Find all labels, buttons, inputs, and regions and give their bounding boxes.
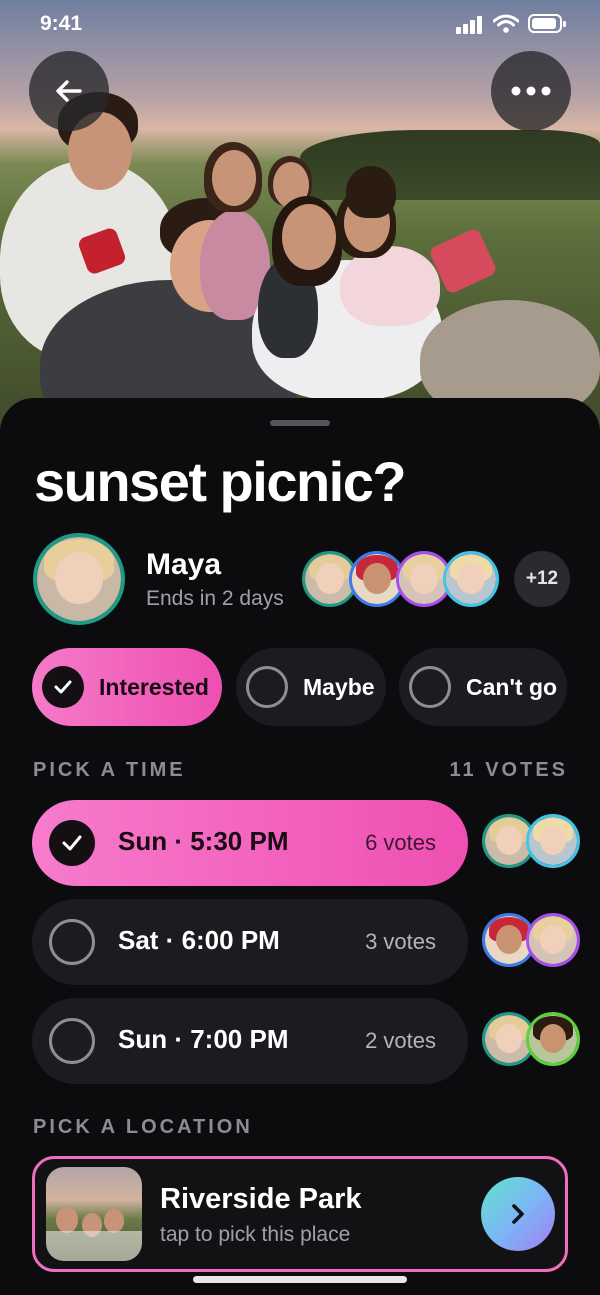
home-indicator[interactable] — [193, 1276, 407, 1283]
host-avatar[interactable] — [33, 533, 125, 625]
more-dots-icon — [511, 86, 551, 96]
chevron-right-icon — [512, 1204, 524, 1224]
signal-icon — [456, 16, 486, 34]
time-option-votes: 6 votes — [365, 830, 436, 855]
time-option-votes: 2 votes — [365, 1028, 436, 1053]
time-option-sun-530[interactable]: Sun · 5:30 PM 6 votes — [32, 800, 468, 886]
rsvp-label: Interested — [99, 673, 209, 700]
back-button[interactable] — [29, 51, 109, 131]
rsvp-label: Maybe — [303, 673, 375, 700]
voter-avatar — [526, 814, 580, 868]
rsvp-cant-go-button[interactable]: Can't go — [399, 648, 567, 726]
attendee-avatar — [443, 551, 499, 607]
location-thumbnail — [46, 1167, 142, 1261]
time-option-label: Sun · 7:00 PM — [118, 1024, 289, 1054]
time-option-label: Sat · 6:00 PM — [118, 925, 280, 955]
back-arrow-icon — [56, 80, 82, 102]
pick-location-label: PICK A LOCATION — [33, 1116, 253, 1138]
radio-ring-icon — [49, 1018, 95, 1064]
event-ends-text: Ends in 2 days — [146, 587, 284, 610]
event-title: sunset picnic? — [34, 450, 407, 513]
radio-ring-icon — [49, 919, 95, 965]
radio-ring-icon — [409, 666, 451, 708]
voter-avatar — [526, 1012, 580, 1066]
time-option-sat-600[interactable]: Sat · 6:00 PM 3 votes — [32, 899, 468, 985]
more-options-button[interactable] — [491, 51, 571, 131]
more-attendees-count[interactable]: +12 — [514, 551, 570, 607]
rsvp-label: Can't go — [466, 673, 558, 700]
pick-time-label: PICK A TIME — [33, 759, 186, 781]
location-name: Riverside Park — [160, 1183, 362, 1215]
check-icon — [42, 666, 84, 708]
event-sheet: sunset picnic? Maya Ends in 2 days +12 I… — [0, 398, 600, 1295]
wifi-icon — [493, 14, 519, 33]
location-option-card[interactable]: Riverside Park tap to pick this place — [32, 1156, 568, 1272]
rsvp-interested-button[interactable]: Interested — [32, 648, 222, 726]
battery-icon — [528, 14, 566, 33]
status-bar: 9:41 — [0, 0, 600, 48]
sheet-grabber[interactable] — [270, 420, 330, 426]
total-votes-label: 11 VOTES — [449, 759, 568, 781]
radio-ring-icon — [246, 666, 288, 708]
time-option-label: Sun · 5:30 PM — [118, 826, 289, 856]
voter-avatar — [526, 913, 580, 967]
host-name: Maya — [146, 548, 222, 581]
location-go-button[interactable] — [481, 1177, 555, 1251]
location-hint: tap to pick this place — [160, 1223, 351, 1246]
check-icon — [49, 820, 95, 866]
time-option-votes: 3 votes — [365, 929, 436, 954]
status-time: 9:41 — [40, 12, 83, 35]
time-option-sun-700[interactable]: Sun · 7:00 PM 2 votes — [32, 998, 468, 1084]
rsvp-maybe-button[interactable]: Maybe — [236, 648, 386, 726]
